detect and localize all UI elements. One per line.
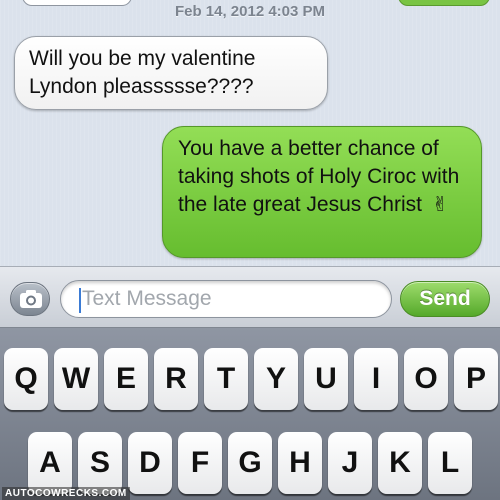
- key-o[interactable]: O: [404, 348, 448, 410]
- key-y[interactable]: Y: [254, 348, 298, 410]
- key-u[interactable]: U: [304, 348, 348, 410]
- key-i[interactable]: I: [354, 348, 398, 410]
- camera-icon: [20, 290, 42, 308]
- key-p[interactable]: P: [454, 348, 498, 410]
- key-g[interactable]: G: [228, 432, 272, 494]
- sent-message-text: You have a better chance of taking shots…: [178, 137, 460, 216]
- key-e[interactable]: E: [104, 348, 148, 410]
- key-t[interactable]: T: [204, 348, 248, 410]
- key-h[interactable]: H: [278, 432, 322, 494]
- key-r[interactable]: R: [154, 348, 198, 410]
- sent-message-bubble[interactable]: You have a better chance of taking shots…: [162, 126, 482, 258]
- key-s[interactable]: S: [78, 432, 122, 494]
- key-q[interactable]: Q: [4, 348, 48, 410]
- send-button[interactable]: Send: [400, 281, 490, 317]
- compose-bar: Text Message Send: [0, 266, 500, 328]
- text-message-placeholder: Text Message: [82, 287, 212, 310]
- camera-button[interactable]: [10, 282, 50, 316]
- key-f[interactable]: F: [178, 432, 222, 494]
- conversation-view: Feb 14, 2012 4:03 PM Will you be my vale…: [0, 0, 500, 266]
- received-message-bubble[interactable]: Will you be my valentine Lyndon pleassss…: [14, 36, 328, 110]
- key-l[interactable]: L: [428, 432, 472, 494]
- peace-sign-emoji-icon: ✌: [431, 194, 449, 216]
- message-timestamp: Feb 14, 2012 4:03 PM: [174, 3, 326, 20]
- text-cursor: [79, 288, 81, 313]
- keyboard: Q W E R T Y U I O P A S D F G H J K L: [0, 328, 500, 500]
- key-w[interactable]: W: [54, 348, 98, 410]
- received-message-text: Will you be my valentine Lyndon pleassss…: [29, 47, 256, 98]
- key-j[interactable]: J: [328, 432, 372, 494]
- site-watermark: AUTOCOWRECKS.COM: [2, 487, 130, 500]
- key-a[interactable]: A: [28, 432, 72, 494]
- text-message-input[interactable]: Text Message: [60, 280, 392, 318]
- key-d[interactable]: D: [128, 432, 172, 494]
- key-k[interactable]: K: [378, 432, 422, 494]
